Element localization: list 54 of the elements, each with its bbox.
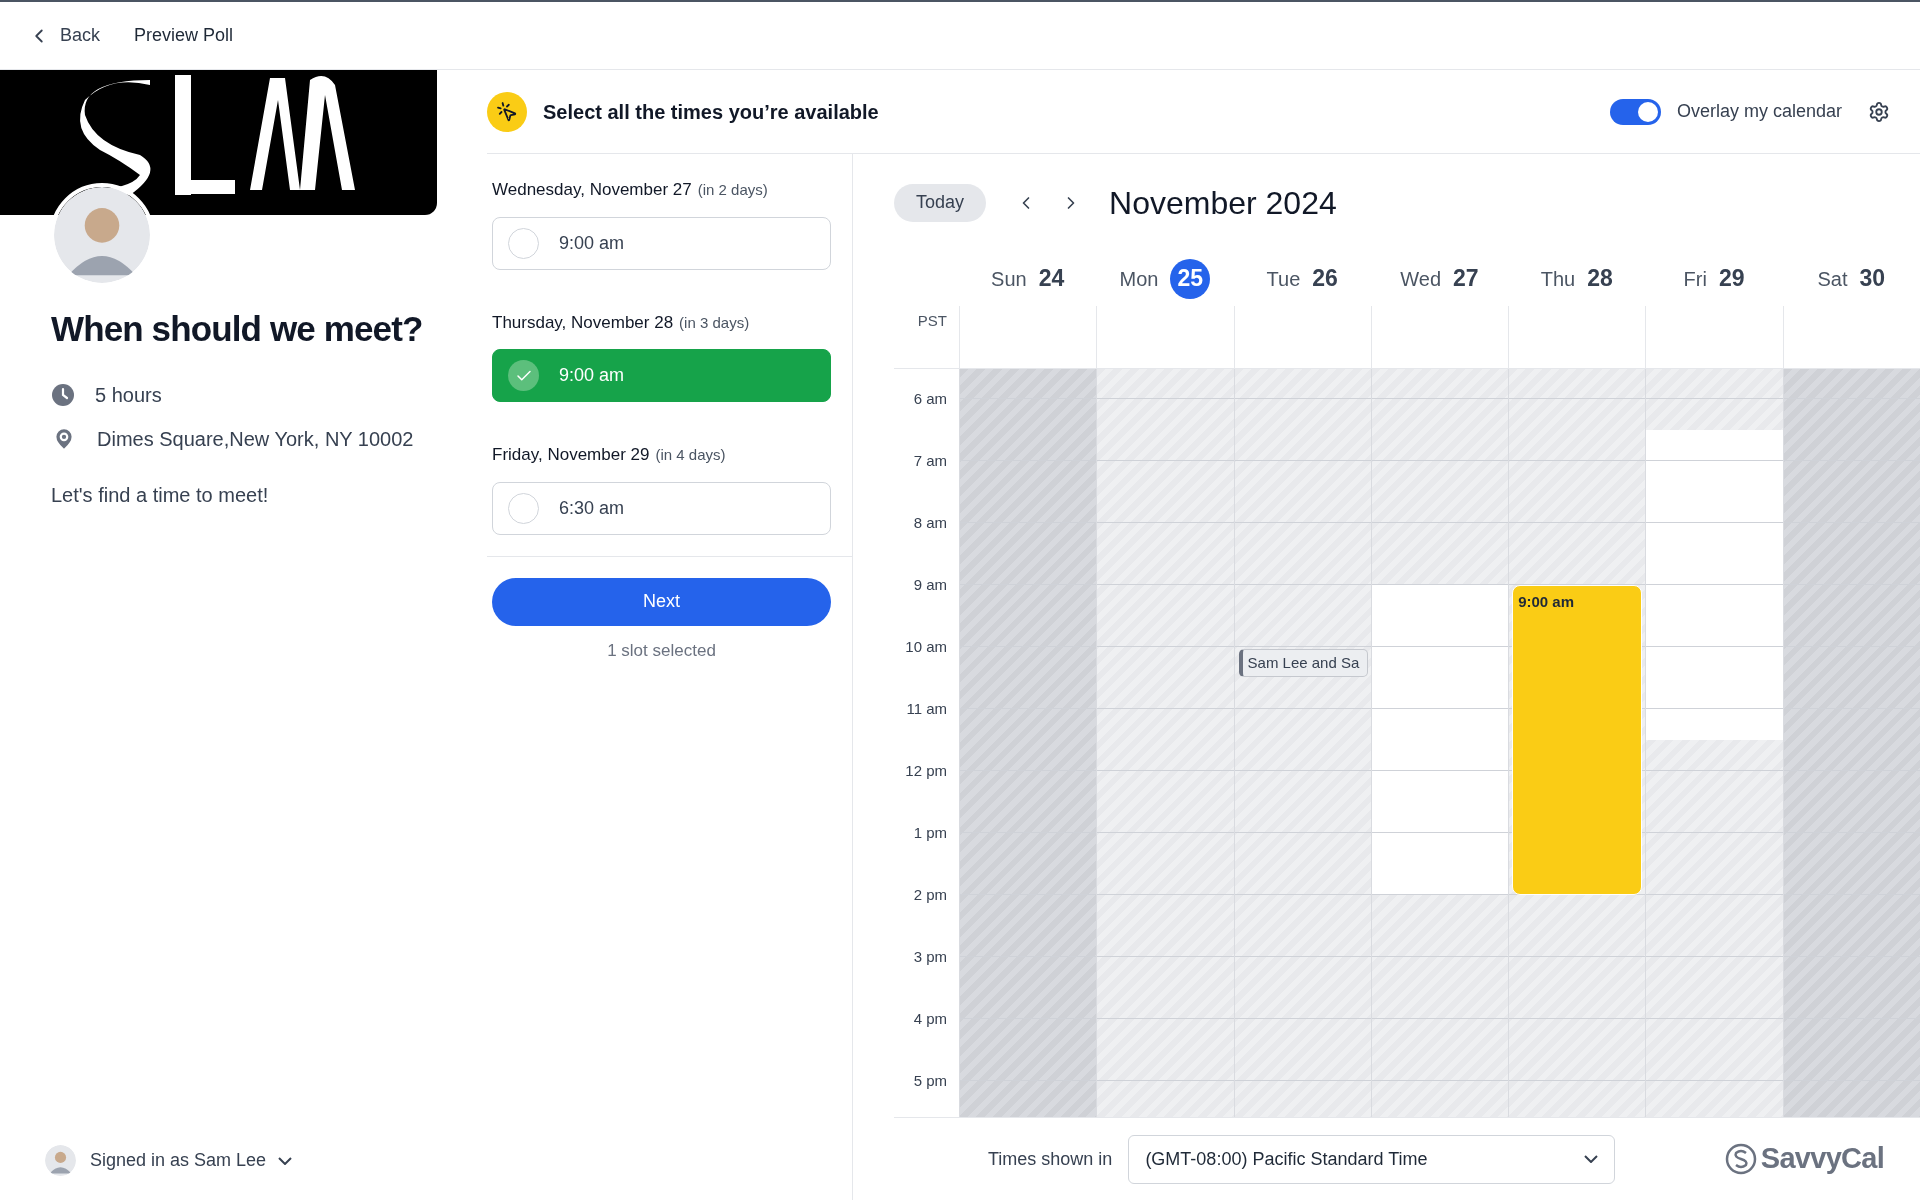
overlay-label: Overlay my calendar: [1676, 100, 1842, 123]
day-number: 29: [1718, 264, 1745, 294]
weekday-label: Mon: [1119, 266, 1159, 292]
day-number: 27: [1453, 264, 1479, 294]
hour-label: 12 pm: [905, 760, 947, 781]
hour-label: 2 pm: [913, 884, 947, 905]
poll-date: Thursday, November 28: [492, 311, 674, 334]
weekday-label: Fri: [1683, 266, 1707, 292]
selection-count: 1 slot selected: [607, 639, 716, 662]
poll-date: Wednesday, November 27: [492, 179, 692, 201]
hour-label: 1 pm: [913, 822, 947, 843]
brand-name: SavvyCal: [1760, 1141, 1884, 1177]
hour-label: 10 am: [905, 636, 947, 657]
hour-label: 4 pm: [913, 1008, 947, 1029]
relative-date: (in 4 days): [655, 445, 726, 465]
time-slot[interactable]: 9:00 am: [492, 216, 831, 270]
day-number: 30: [1859, 264, 1886, 294]
back-link[interactable]: Back: [28, 22, 101, 49]
timezone-caption: Times shown in: [988, 1147, 1113, 1171]
hour-label: 9 am: [913, 574, 947, 595]
page-title: Preview Poll: [134, 24, 234, 47]
duration-text: 5 hours: [95, 382, 162, 408]
hour-label: 11 am: [906, 698, 947, 719]
poll-description: Let's find a time to meet!: [51, 482, 270, 508]
account-menu[interactable]: Signed in as Sam Lee: [90, 1147, 293, 1174]
weekday-label: Wed: [1400, 266, 1442, 292]
weekday-label: Tue: [1266, 266, 1301, 292]
hour-label: 6 am: [913, 388, 947, 409]
timezone-select[interactable]: (GMT-08:00) Pacific Standard Time: [1128, 1134, 1616, 1184]
day-number: 26: [1312, 264, 1338, 294]
block-time: 9:00 am: [1518, 593, 1574, 610]
hour-label: 5 pm: [913, 1070, 947, 1091]
month-title: November 2024: [1109, 183, 1337, 223]
poll-title: When should we meet?: [51, 308, 424, 350]
selected-time-block[interactable]: 9:00 am: [1512, 585, 1643, 895]
relative-date: (in 2 days): [697, 180, 768, 200]
prompt-text: Select all the times you’re available: [543, 99, 879, 125]
weekday-label: Thu: [1540, 266, 1576, 292]
time-slot[interactable]: 6:30 am: [492, 481, 831, 535]
location-text: Dimes Square,New York, NY 10002: [97, 426, 414, 452]
relative-date: (in 3 days): [679, 312, 750, 333]
day-number: 28: [1587, 264, 1613, 294]
poll-date: Friday, November 29: [492, 444, 650, 466]
timezone-label: PST: [917, 311, 947, 331]
next-button[interactable]: Next: [492, 577, 831, 626]
day-number: 25: [1170, 258, 1211, 299]
weekday-label: Sun: [991, 266, 1027, 292]
weekday-label: Sat: [1817, 266, 1848, 292]
hour-label: 7 am: [913, 450, 947, 471]
day-number: 24: [1038, 264, 1065, 294]
hour-label: 3 pm: [913, 946, 947, 967]
hour-label: 8 am: [913, 512, 947, 533]
calendar-event[interactable]: Sam Lee and Sa: [1238, 649, 1368, 677]
today-button[interactable]: Today: [894, 183, 987, 222]
